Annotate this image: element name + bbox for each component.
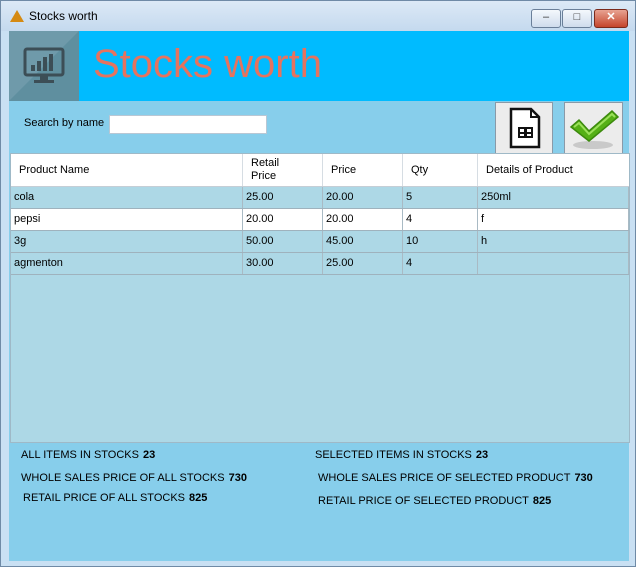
products-table[interactable]: Product Name Retail Price Price Qty Deta… xyxy=(10,153,630,443)
close-button[interactable]: ✕ xyxy=(594,9,628,28)
cell-qty[interactable]: 10 xyxy=(403,231,478,252)
column-header-details[interactable]: Details of Product xyxy=(478,154,629,186)
cell-details[interactable]: h xyxy=(478,231,629,252)
cell-price[interactable]: 20.00 xyxy=(323,187,403,208)
minimize-button[interactable]: – xyxy=(531,9,561,28)
retail-all-label: RETAIL PRICE OF ALL STOCKS xyxy=(23,492,185,504)
table-header: Product Name Retail Price Price Qty Deta… xyxy=(11,154,629,187)
cell-product-name[interactable]: agmenton xyxy=(11,253,243,274)
report-button[interactable] xyxy=(495,102,553,154)
retail-selected-label: RETAIL PRICE OF SELECTED PRODUCT xyxy=(318,495,529,507)
cell-details[interactable]: 250ml xyxy=(478,187,629,208)
wholesale-all-label: WHOLE SALES PRICE OF ALL STOCKS xyxy=(21,472,225,484)
cell-price[interactable]: 25.00 xyxy=(323,253,403,274)
all-items-summary: ALL ITEMS IN STOCKS 23 xyxy=(21,449,155,461)
retail-selected-summary: RETAIL PRICE OF SELECTED PRODUCT 825 xyxy=(318,495,551,507)
app-triangle-icon xyxy=(10,10,24,22)
table-row[interactable]: agmenton 30.00 25.00 4 xyxy=(11,253,629,275)
table-row[interactable]: 3g 50.00 45.00 10 h xyxy=(11,231,629,253)
search-label: Search by name xyxy=(24,117,105,129)
wholesale-selected-label: WHOLE SALES PRICE OF SELECTED PRODUCT xyxy=(318,472,571,484)
cell-retail-price[interactable]: 50.00 xyxy=(243,231,323,252)
cell-qty[interactable]: 4 xyxy=(403,209,478,230)
cell-retail-price[interactable]: 20.00 xyxy=(243,209,323,230)
main-panel: Search by name Product Name Retail Price… xyxy=(9,101,630,561)
header-band: Stocks worth xyxy=(9,31,629,101)
wholesale-all-summary: WHOLE SALES PRICE OF ALL STOCKS 730 xyxy=(21,472,247,484)
cell-product-name[interactable]: 3g xyxy=(11,231,243,252)
confirm-button[interactable] xyxy=(564,102,623,154)
wholesale-all-value: 730 xyxy=(228,472,247,484)
selected-items-label: SELECTED ITEMS IN STOCKS xyxy=(315,449,472,461)
cell-details[interactable]: f xyxy=(478,209,629,230)
page-title: Stocks worth xyxy=(93,42,322,86)
table-row[interactable]: cola 25.00 20.00 5 250ml xyxy=(11,187,629,209)
cell-product-name[interactable]: cola xyxy=(11,187,243,208)
cell-price[interactable]: 45.00 xyxy=(323,231,403,252)
document-icon xyxy=(509,107,541,149)
column-header-price[interactable]: Price xyxy=(323,154,403,186)
logo-panel xyxy=(9,31,79,101)
retail-all-value: 825 xyxy=(189,492,208,504)
selected-items-summary: SELECTED ITEMS IN STOCKS 23 xyxy=(315,449,488,461)
cell-qty[interactable]: 5 xyxy=(403,187,478,208)
cell-details[interactable] xyxy=(478,253,629,274)
selected-items-value: 23 xyxy=(475,449,489,461)
column-header-product-name[interactable]: Product Name xyxy=(11,154,243,186)
wholesale-selected-value: 730 xyxy=(574,472,593,484)
table-row[interactable]: pepsi 20.00 20.00 4 f xyxy=(11,209,629,231)
cell-price[interactable]: 20.00 xyxy=(323,209,403,230)
title-bar[interactable]: Stocks worth – □ ✕ xyxy=(1,1,635,31)
cell-product-name[interactable]: pepsi xyxy=(11,209,243,230)
wholesale-selected-summary: WHOLE SALES PRICE OF SELECTED PRODUCT 730 xyxy=(318,472,593,484)
search-input[interactable] xyxy=(109,115,267,134)
retail-price-header-label: Retail Price xyxy=(251,157,280,182)
window-title: Stocks worth xyxy=(29,9,98,23)
column-header-qty[interactable]: Qty xyxy=(403,154,478,186)
checkmark-icon xyxy=(569,109,620,149)
maximize-button[interactable]: □ xyxy=(562,9,592,28)
retail-selected-value: 825 xyxy=(532,495,552,507)
retail-all-summary: RETAIL PRICE OF ALL STOCKS 825 xyxy=(23,492,207,504)
monitor-chart-icon xyxy=(9,31,79,101)
cell-qty[interactable]: 4 xyxy=(403,253,478,274)
cell-retail-price[interactable]: 25.00 xyxy=(243,187,323,208)
all-items-value: 23 xyxy=(142,449,156,461)
column-header-retail-price[interactable]: Retail Price xyxy=(243,154,323,186)
all-items-label: ALL ITEMS IN STOCKS xyxy=(21,449,139,461)
cell-retail-price[interactable]: 30.00 xyxy=(243,253,323,274)
stocks-worth-window: Stocks worth – □ ✕ Stocks worth Search b… xyxy=(0,0,636,567)
